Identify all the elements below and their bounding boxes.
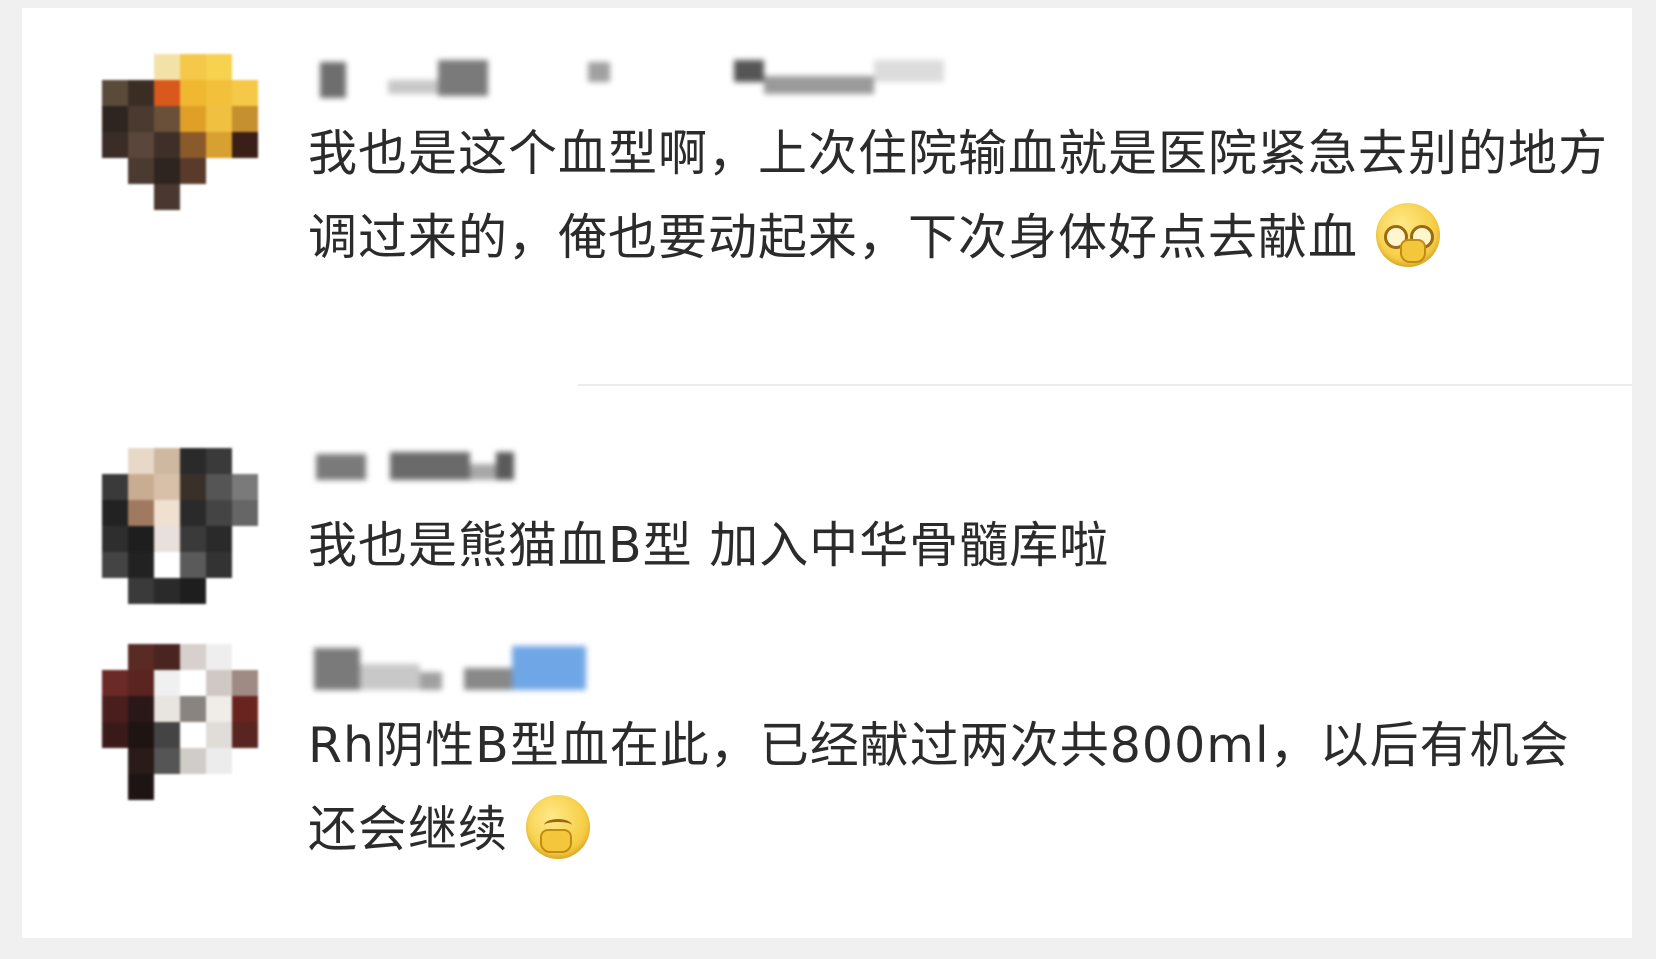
username-blurred[interactable] xyxy=(308,448,528,492)
comment-list: 我也是这个血型啊，上次住院输血就是医院紧急去别的地方调过来的，俺也要动起来，下次… xyxy=(22,8,1632,938)
comment-text-content: 我也是熊猫血B型 加入中华骨髓库啦 xyxy=(308,517,1110,574)
username-blurred[interactable] xyxy=(308,58,948,102)
divider xyxy=(578,384,1632,386)
glasses-face-emoji-icon xyxy=(1376,202,1441,267)
avatar[interactable] xyxy=(102,644,258,800)
comment-text-content: Rh阴性B型血在此，已经献过两次共800ml，以后有机会还会继续 xyxy=(308,717,1570,858)
comment-text: 我也是这个血型啊，上次住院输血就是医院紧急去别的地方调过来的，俺也要动起来，下次… xyxy=(308,112,1608,280)
comment-text: 我也是熊猫血B型 加入中华骨髓库啦 xyxy=(308,504,1608,588)
avatar[interactable] xyxy=(102,54,258,210)
comment-text: Rh阴性B型血在此，已经献过两次共800ml，以后有机会还会继续 xyxy=(308,704,1608,872)
covering-mouth-smile-emoji-icon xyxy=(526,794,591,859)
username-blurred[interactable] xyxy=(308,644,608,690)
avatar[interactable] xyxy=(102,448,258,604)
